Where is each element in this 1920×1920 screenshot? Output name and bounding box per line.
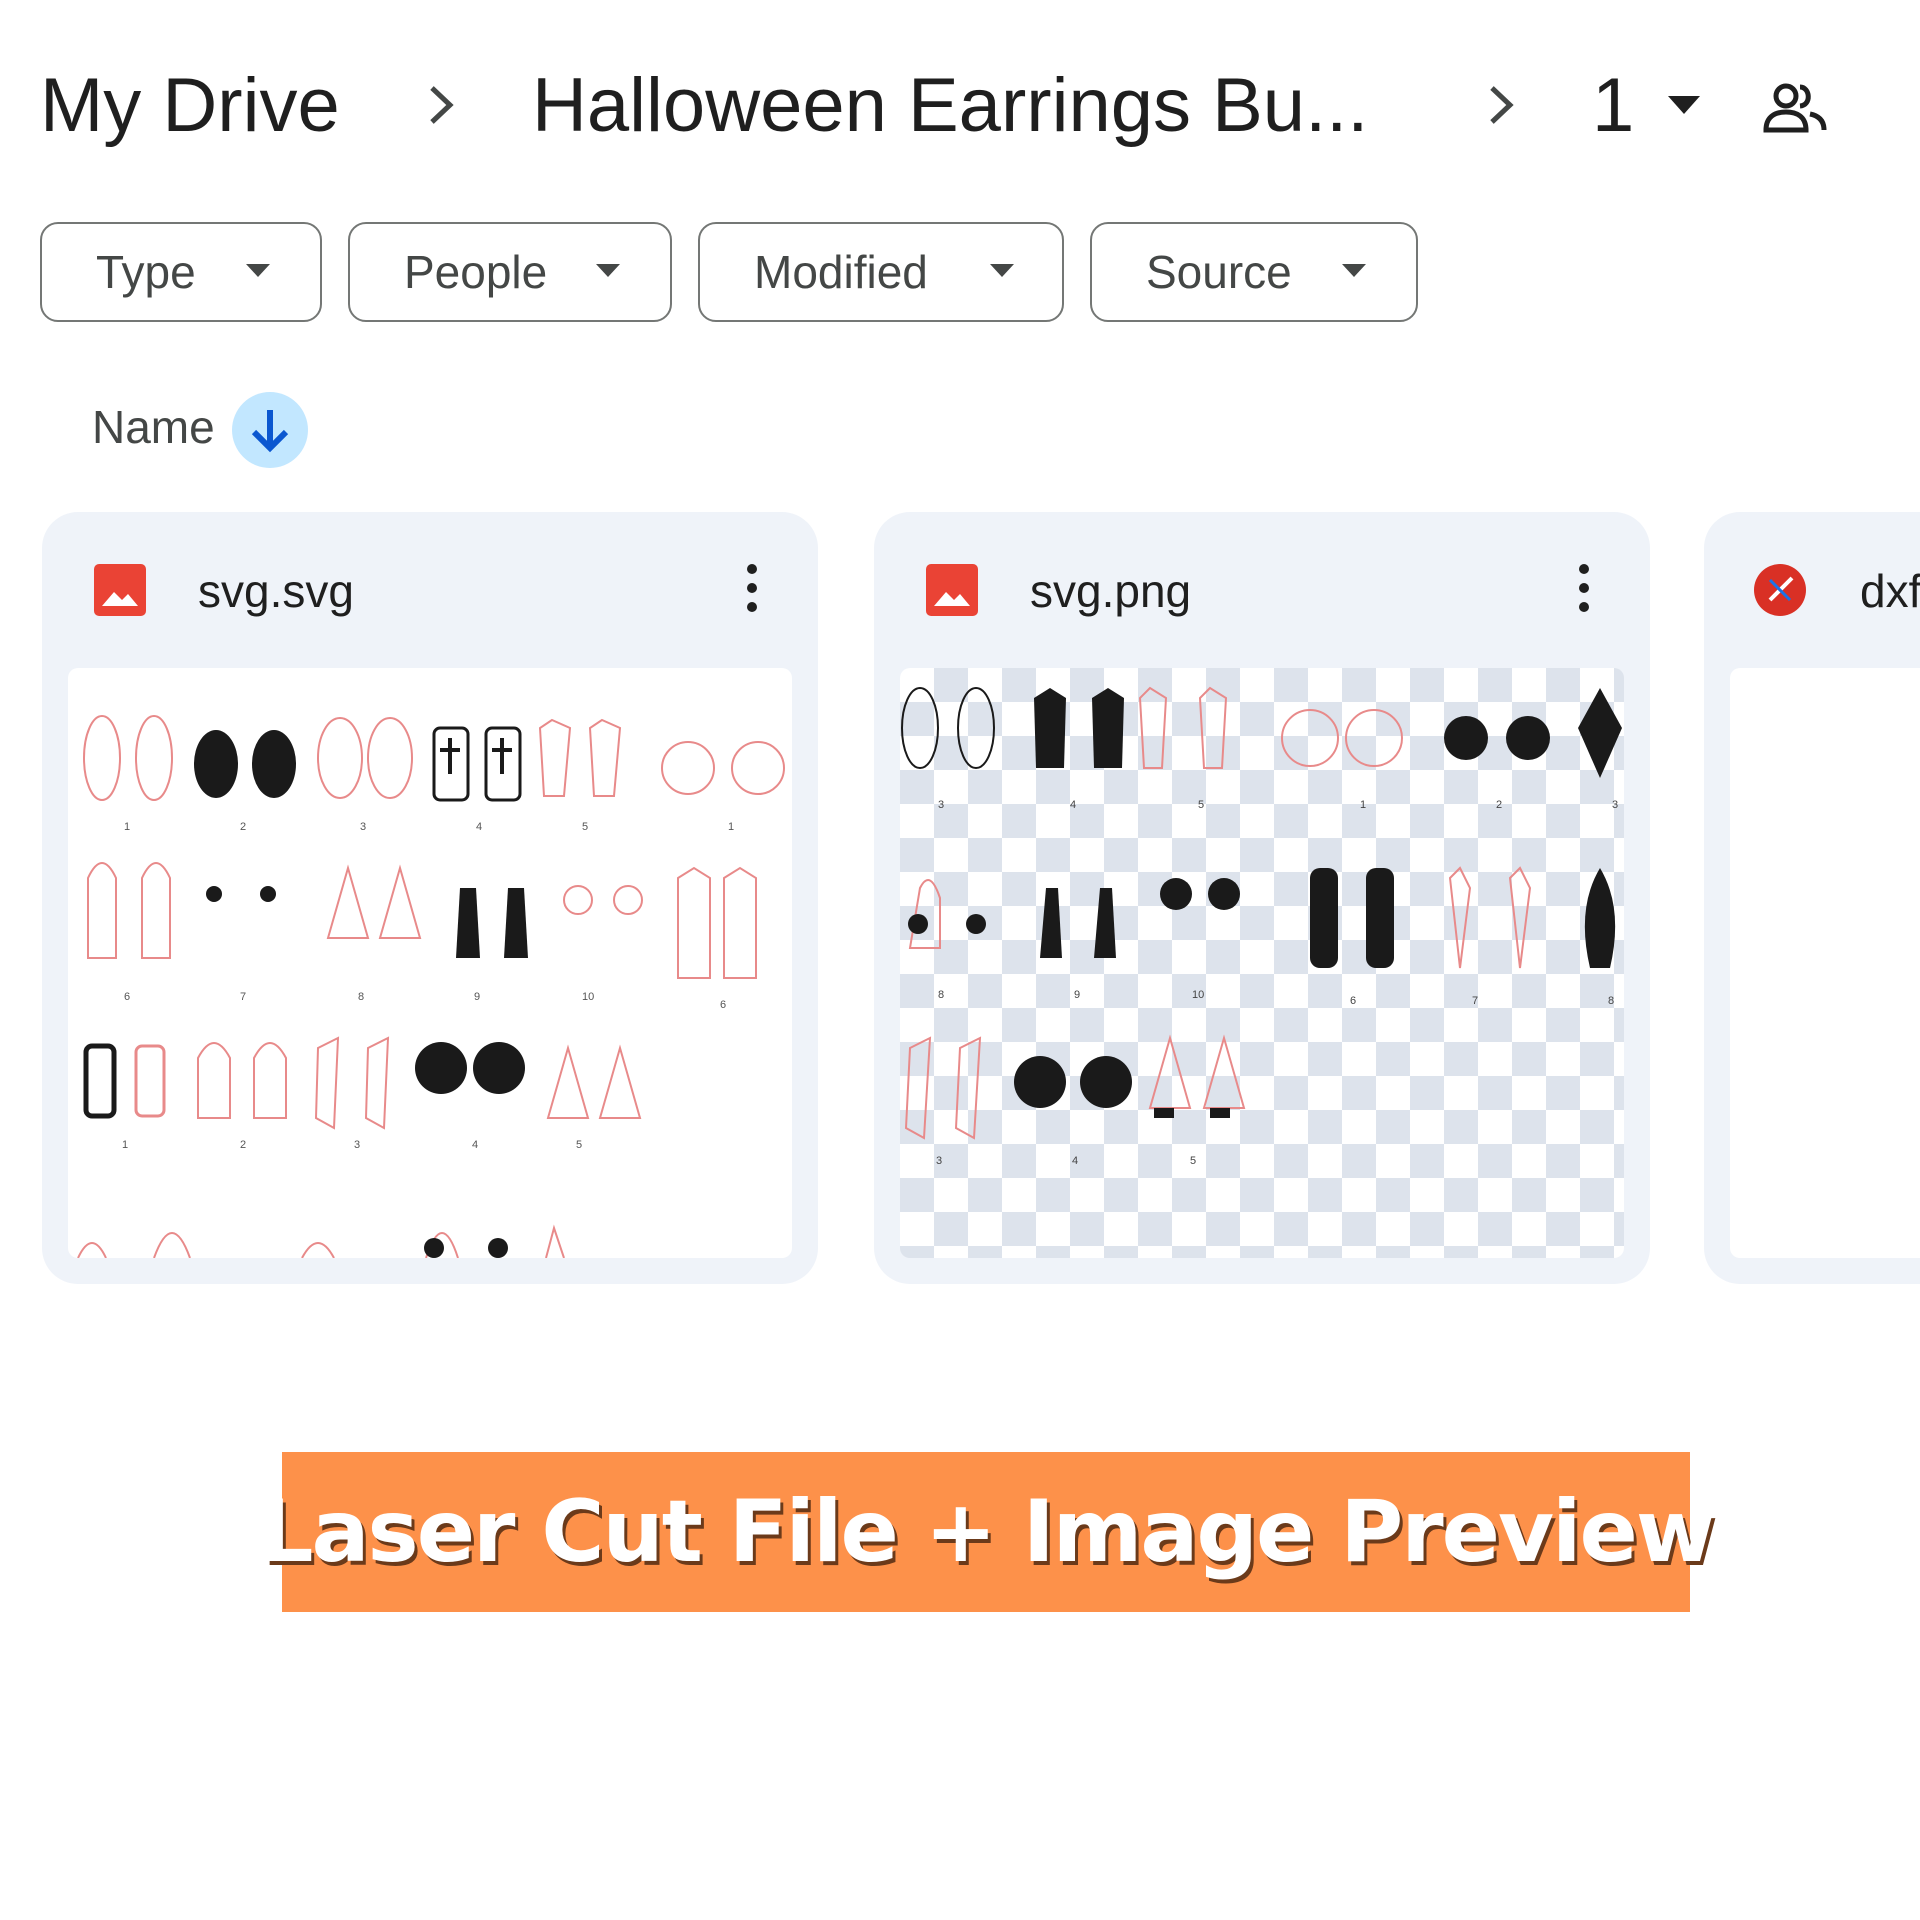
file-thumbnail[interactable]: 3 4 5 1 2 3 8 9 10 6 7 8 3 4 5 [900, 668, 1624, 1258]
thumb-label: 5 [582, 821, 588, 833]
thumb-label: 4 [1072, 1155, 1078, 1167]
thumb-label: 2 [240, 1139, 246, 1151]
breadcrumb-my-drive[interactable]: My Drive [40, 62, 340, 149]
filter-source-chip[interactable]: Source [1090, 222, 1418, 322]
promo-banner: Laser Cut File + Image Preview [259, 1452, 1715, 1612]
image-file-icon [926, 564, 978, 616]
filter-modified-chip[interactable]: Modified [698, 222, 1064, 322]
thumb-label: 9 [1074, 989, 1080, 1001]
thumb-label: 8 [358, 991, 364, 1003]
banner-text: Laser Cut File + Image Preview [258, 1482, 1716, 1582]
thumb-label: 3 [360, 821, 366, 833]
sort-name-label[interactable]: Name [92, 400, 215, 454]
file-name[interactable]: svg.png [1030, 564, 1191, 618]
thumb-label: 3 [1612, 799, 1618, 811]
thumb-label: 10 [582, 991, 594, 1003]
breadcrumb-current[interactable]: 1 [1592, 62, 1634, 149]
thumb-label: 9 [474, 991, 480, 1003]
people-icon[interactable] [1762, 80, 1828, 136]
filter-people-label: People [404, 246, 548, 298]
breadcrumb-folder-wrap: Halloween Earrings Bu... [532, 55, 1368, 155]
thumb-label: 1 [122, 1139, 128, 1151]
arrow-down-icon [251, 410, 289, 453]
thumb-label: 7 [240, 991, 246, 1003]
thumb-label: 1 [1360, 799, 1366, 811]
thumb-label: 6 [1350, 995, 1356, 1007]
sort-direction-button[interactable] [232, 392, 308, 468]
thumb-label: 2 [1496, 799, 1502, 811]
breadcrumb-folder[interactable]: Halloween Earrings Bu... [532, 62, 1368, 149]
earring-preview-image: 1 2 3 4 5 1 6 7 8 9 10 6 1 2 3 4 5 [77, 715, 785, 1258]
filter-people-chip[interactable]: People [348, 222, 672, 322]
thumb-label: 5 [1190, 1155, 1196, 1167]
file-card[interactable]: dxf [1704, 512, 1920, 1284]
caret-down-icon [1342, 264, 1366, 277]
thumb-label: 5 [1198, 799, 1204, 811]
more-vert-icon[interactable] [742, 562, 762, 614]
file-name[interactable]: svg.svg [198, 564, 354, 618]
caret-down-icon [246, 264, 270, 277]
thumb-label: 1 [728, 821, 734, 833]
thumb-label: 6 [124, 991, 130, 1003]
caret-down-icon[interactable] [1668, 96, 1701, 114]
filter-type-label: Type [96, 246, 196, 298]
thumb-label: 2 [240, 821, 246, 833]
thumb-label: 4 [476, 821, 482, 833]
breadcrumb-current-wrap[interactable]: 1 [1592, 55, 1701, 155]
filter-type-chip[interactable]: Type [40, 222, 322, 322]
thumb-label: 4 [1070, 799, 1076, 811]
breadcrumb: My Drive [40, 55, 340, 155]
thumb-label: 8 [938, 989, 944, 1001]
thumb-label: 4 [472, 1139, 478, 1151]
thumb-label: 8 [1608, 995, 1614, 1007]
file-thumbnail[interactable] [1730, 668, 1920, 1258]
image-file-icon [94, 564, 146, 616]
thumb-label: 7 [1472, 995, 1478, 1007]
thumb-label: 3 [938, 799, 944, 811]
thumb-label: 10 [1192, 989, 1204, 1001]
chevron-right-icon [424, 80, 458, 130]
thumb-label: 3 [936, 1155, 942, 1167]
caret-down-icon [596, 264, 620, 277]
caret-down-icon [990, 264, 1014, 277]
unknown-file-icon [1754, 564, 1806, 616]
file-name[interactable]: dxf [1860, 564, 1920, 618]
file-card[interactable]: svg.svg 1 2 3 4 5 1 6 7 8 9 10 6 1 2 3 4… [42, 512, 818, 1284]
thumb-label: 1 [124, 821, 130, 833]
earring-preview-image: 3 4 5 1 2 3 8 9 10 6 7 8 3 4 5 [901, 686, 1622, 1167]
file-thumbnail[interactable]: 1 2 3 4 5 1 6 7 8 9 10 6 1 2 3 4 5 [68, 668, 792, 1258]
more-vert-icon[interactable] [1574, 562, 1594, 614]
thumb-label: 5 [576, 1139, 582, 1151]
thumb-label: 6 [720, 999, 726, 1011]
chevron-right-icon [1484, 80, 1518, 130]
filter-modified-label: Modified [754, 246, 928, 298]
filter-source-label: Source [1146, 246, 1292, 298]
thumb-label: 3 [354, 1139, 360, 1151]
file-card[interactable]: svg.png 3 4 5 1 2 3 8 9 10 6 7 8 3 4 5 [874, 512, 1650, 1284]
